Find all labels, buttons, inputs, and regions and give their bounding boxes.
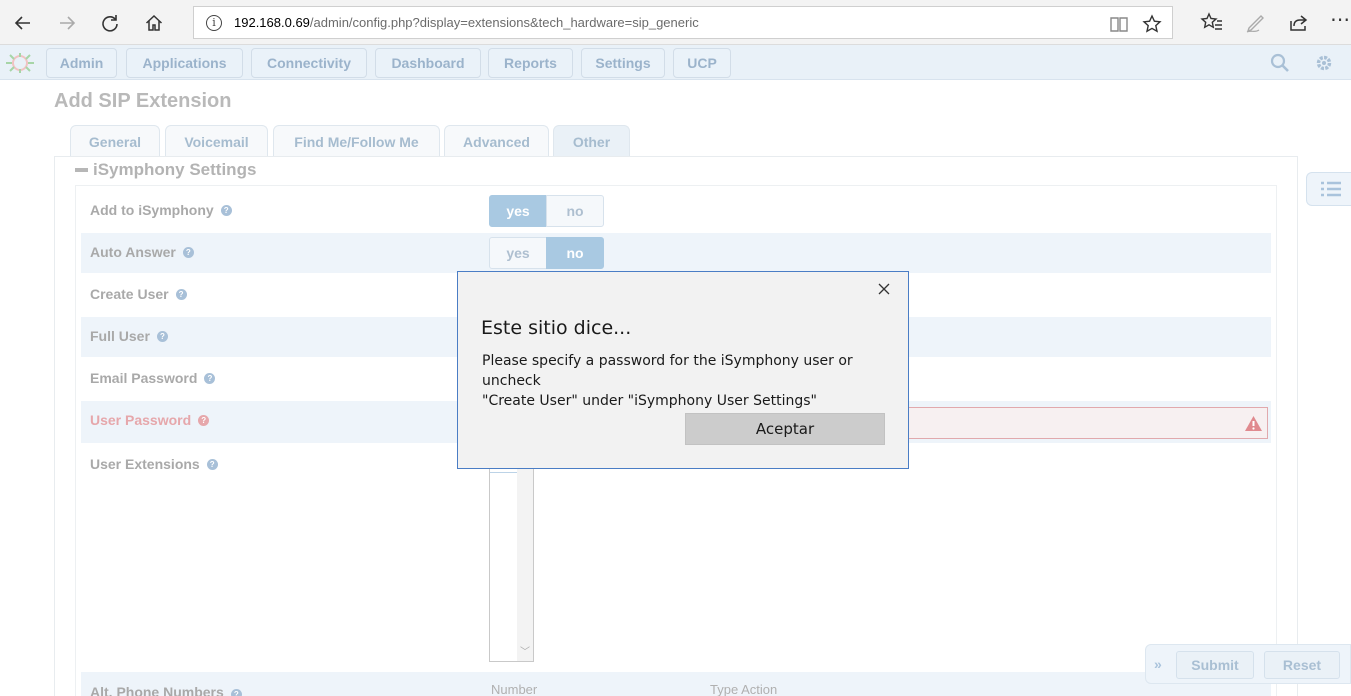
floating-action-bar: » Submit Reset (1145, 644, 1351, 684)
section-title: iSymphony Settings (93, 160, 257, 179)
floating-nav-toggle[interactable] (1306, 172, 1351, 206)
user-password-input[interactable] (908, 407, 1268, 439)
tab-find-me-follow-me[interactable]: Find Me/Follow Me (273, 125, 440, 157)
field-label: Auto Answer (90, 244, 176, 260)
field-label: Email Password (90, 370, 198, 386)
site-info-icon[interactable]: i (206, 14, 222, 31)
tab-advanced[interactable]: Advanced (444, 125, 549, 157)
field-label: Create User (90, 286, 169, 302)
url-path: /admin/config.php?display=extensions&tec… (309, 15, 699, 30)
nav-tab-applications[interactable]: Applications (126, 48, 243, 78)
tab-other[interactable]: Other (553, 125, 630, 157)
listbox-scrollbar[interactable] (517, 469, 533, 661)
row-add-to-isymphony: Add to iSymphony? yes no (81, 191, 1271, 231)
reset-button[interactable]: Reset (1264, 651, 1340, 679)
tab-voicemail[interactable]: Voicemail (165, 125, 268, 157)
auto-answer-toggle: yes no (489, 237, 604, 269)
refresh-button[interactable] (95, 8, 125, 38)
page-title: Add SIP Extension (54, 90, 232, 112)
help-icon[interactable]: ? (220, 204, 232, 216)
back-arrow-icon (14, 16, 30, 30)
favorite-star-icon[interactable] (1142, 14, 1162, 34)
app-navbar: Admin Applications Connectivity Dashboar… (0, 45, 1351, 80)
add-to-isymphony-no[interactable]: no (546, 195, 604, 227)
list-selection-indicator (490, 469, 517, 473)
dialog-message-line-1: Please specify a password for the iSymph… (482, 353, 853, 389)
url-text[interactable]: 192.168.0.69/admin/config.php?display=ex… (234, 15, 699, 30)
field-label: Add to iSymphony (90, 202, 214, 218)
collapse-minus-icon (75, 168, 88, 172)
nav-tab-ucp[interactable]: UCP (673, 48, 731, 78)
refresh-icon (102, 15, 118, 32)
search-icon[interactable] (1270, 53, 1290, 73)
help-icon[interactable]: ? (198, 414, 210, 426)
list-icon (1320, 181, 1341, 197)
warning-icon (1245, 416, 1262, 431)
nav-tab-connectivity[interactable]: Connectivity (251, 48, 367, 78)
more-menu-icon[interactable]: ⋯ (1330, 8, 1350, 38)
add-to-isymphony-yes[interactable]: yes (489, 195, 547, 227)
row-user-extensions: User Extensions? (81, 445, 1271, 665)
accept-button[interactable]: Aceptar (685, 413, 885, 445)
alert-dialog: Este sitio dice... Please specify a pass… (457, 271, 909, 469)
row-auto-answer: Auto Answer? yes no (81, 233, 1271, 273)
field-label: User Extensions (90, 456, 200, 472)
forward-arrow-icon (60, 16, 76, 30)
browser-toolbar: i 192.168.0.69/admin/config.php?display=… (0, 0, 1351, 45)
address-bar[interactable]: i 192.168.0.69/admin/config.php?display=… (193, 6, 1173, 39)
help-icon[interactable]: ? (230, 689, 242, 696)
help-icon[interactable]: ? (204, 372, 216, 384)
home-button[interactable] (139, 8, 169, 38)
forward-button[interactable] (52, 8, 82, 38)
dialog-title: Este sitio dice... (481, 317, 632, 339)
help-icon[interactable]: ? (206, 458, 218, 470)
field-label: Full User (90, 328, 150, 344)
help-icon[interactable]: ? (182, 246, 194, 258)
close-icon[interactable] (876, 281, 892, 297)
field-label: Alt. Phone Numbers (90, 684, 224, 696)
add-to-isymphony-toggle: yes no (489, 195, 604, 227)
scroll-down-icon[interactable]: ﹀ (520, 643, 530, 658)
share-icon[interactable] (1287, 8, 1311, 38)
nav-tab-admin[interactable]: Admin (46, 48, 117, 78)
field-label: User Password (90, 412, 192, 428)
gear-icon[interactable] (1314, 53, 1334, 73)
help-icon[interactable]: ? (175, 288, 187, 300)
user-extensions-listbox[interactable]: ﹀ (489, 468, 534, 662)
pen-notes-icon[interactable] (1244, 8, 1268, 38)
url-host: 192.168.0.69 (234, 15, 310, 30)
row-alt-phone-numbers: Alt. Phone Numbers? Number Type Action (81, 672, 1271, 696)
dialog-message: Please specify a password for the iSymph… (482, 351, 892, 411)
nav-tab-settings[interactable]: Settings (581, 48, 665, 78)
collapse-chevron-icon[interactable]: » (1154, 656, 1162, 672)
tab-general[interactable]: General (70, 125, 160, 157)
auto-answer-no[interactable]: no (546, 237, 604, 269)
column-type-action: Type Action (710, 682, 778, 696)
home-icon (145, 14, 163, 31)
favorites-hub-icon[interactable] (1200, 8, 1224, 38)
auto-answer-yes[interactable]: yes (489, 237, 547, 269)
back-button[interactable] (8, 8, 38, 38)
nav-tab-dashboard[interactable]: Dashboard (375, 48, 481, 78)
nav-tab-reports[interactable]: Reports (488, 48, 573, 78)
help-icon[interactable]: ? (156, 330, 168, 342)
column-number: Number (491, 682, 538, 696)
submit-button[interactable]: Submit (1176, 651, 1254, 679)
dialog-message-line-2: "Create User" under "iSymphony User Sett… (482, 393, 817, 409)
freepbx-logo[interactable] (2, 51, 38, 75)
section-header-isymphony[interactable]: iSymphony Settings (75, 160, 256, 180)
reading-view-icon[interactable] (1109, 14, 1129, 34)
